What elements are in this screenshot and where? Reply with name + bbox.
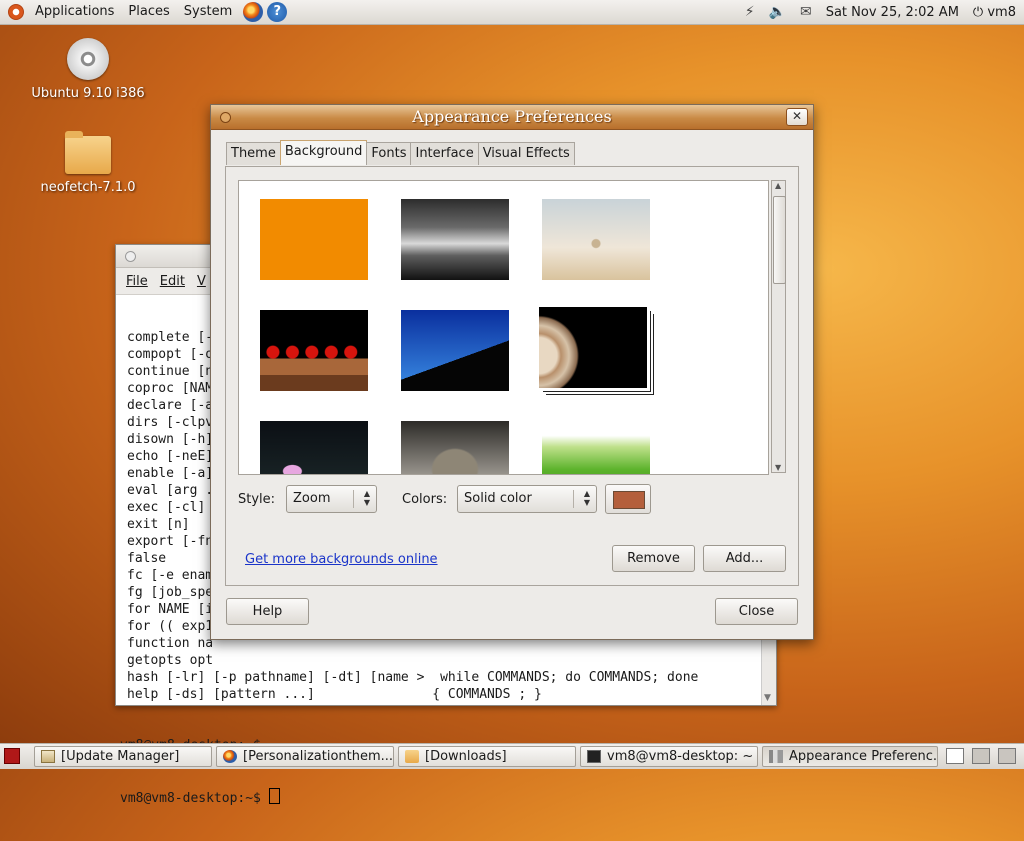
style-value: Zoom — [293, 491, 331, 506]
terminal-icon — [587, 750, 601, 763]
background-tab-panel: ▲ ▼ Style: Zoom ▲ ▼ Colors: Solid color ▲… — [225, 166, 799, 586]
help-button[interactable]: Help — [226, 598, 309, 625]
appearance-preferences-dialog[interactable]: Appearance Preferences ✕ Theme Backgroun… — [210, 104, 814, 640]
firefox-launcher-icon[interactable] — [243, 2, 264, 22]
tab-theme[interactable]: Theme — [226, 142, 281, 165]
taskbar-item-terminal[interactable]: vm8@vm8-desktop: ~ — [580, 746, 758, 767]
close-icon[interactable]: ✕ — [786, 108, 808, 126]
mail-icon[interactable]: ✉ — [800, 4, 812, 20]
terminal-prompt: vm8@vm8-desktop:~$ — [120, 791, 269, 806]
colors-label: Colors: — [402, 492, 448, 507]
appearance-icon — [769, 750, 783, 763]
tab-background[interactable]: Background — [279, 140, 368, 165]
color-picker-button[interactable] — [605, 484, 651, 514]
window-menu-icon[interactable] — [125, 251, 136, 262]
firefox-icon — [223, 750, 237, 763]
workspace-2[interactable] — [972, 748, 990, 764]
dialog-titlebar[interactable]: Appearance Preferences ✕ — [211, 105, 813, 130]
clock[interactable]: Sat Nov 25, 2:02 AM — [826, 5, 959, 20]
desktop-icon-label: neofetch-7.1.0 — [40, 180, 136, 195]
get-more-backgrounds-link[interactable]: Get more backgrounds online — [245, 552, 438, 567]
taskbar-item-label: Appearance Preferenc... — [789, 749, 938, 764]
cd-icon — [67, 38, 109, 80]
wallpaper-thumb-jupiter-selected[interactable] — [539, 307, 647, 388]
remove-button[interactable]: Remove — [612, 545, 695, 572]
dialog-title: Appearance Preferences — [412, 107, 612, 126]
user-session[interactable]: ⏻ vm8 — [973, 5, 1016, 20]
wallpaper-thumb-hands[interactable] — [401, 421, 509, 474]
terminal-prompt-line: vm8@vm8-desktop:~$ — [120, 788, 698, 807]
workspace-1[interactable] — [946, 748, 964, 764]
style-combo[interactable]: Zoom ▲ ▼ — [286, 485, 377, 513]
spin-arrows-icon: ▲ ▼ — [583, 489, 590, 507]
folder-icon — [405, 750, 419, 763]
colors-value: Solid color — [464, 491, 532, 506]
wallpaper-grid[interactable] — [238, 180, 769, 475]
user-name: vm8 — [987, 4, 1016, 20]
desktop-icon-neofetch[interactable]: neofetch-7.1.0 — [28, 131, 148, 195]
wallpaper-thumb-lotus[interactable] — [260, 421, 368, 474]
style-label: Style: — [238, 492, 276, 507]
bottom-panel: [Update Manager] [Personalizationthem...… — [0, 743, 1024, 769]
terminal-menu-view[interactable]: V — [191, 274, 212, 289]
tab-bar: Theme Background Fonts Interface Visual … — [226, 140, 575, 165]
spin-arrows-icon: ▲ ▼ — [363, 489, 370, 507]
color-swatch — [613, 491, 645, 509]
taskbar-item-label: [Update Manager] — [61, 749, 180, 764]
trash-icon[interactable] — [998, 748, 1016, 764]
wallpaper-scrollbar[interactable]: ▲ ▼ — [771, 180, 786, 473]
scroll-up-arrow-icon[interactable]: ▲ — [775, 181, 781, 190]
taskbar-item-firefox[interactable]: [Personalizationthem... — [216, 746, 394, 767]
panel-tray: ⚡ 🔈 ✉ Sat Nov 25, 2:02 AM ⏻ vm8 — [745, 4, 1024, 20]
system-menu[interactable]: System — [177, 0, 239, 24]
window-menu-icon[interactable] — [220, 112, 231, 123]
show-desktop-icon[interactable] — [4, 748, 20, 764]
power-icon: ⏻ — [972, 4, 984, 20]
desktop-icon-label: Ubuntu 9.10 i386 — [31, 86, 145, 101]
terminal-menu-edit[interactable]: Edit — [154, 274, 191, 289]
taskbar-item-appearance[interactable]: Appearance Preferenc... — [762, 746, 938, 767]
wallpaper-thumb-grass[interactable] — [542, 421, 650, 474]
terminal-menu-file[interactable]: File — [120, 274, 154, 289]
scroll-down-arrow-icon[interactable]: ▼ — [775, 463, 781, 472]
scroll-down-arrow-icon[interactable]: ▼ — [764, 693, 771, 703]
wallpaper-thumb-cherries[interactable] — [260, 310, 368, 391]
help-launcher-icon[interactable]: ? — [267, 2, 288, 22]
ubuntu-logo-icon[interactable] — [8, 4, 24, 20]
tab-fonts[interactable]: Fonts — [366, 142, 412, 165]
terminal-cursor — [268, 788, 280, 804]
update-manager-icon — [41, 750, 55, 763]
wallpaper-thumb-butterfly[interactable] — [542, 199, 650, 280]
wallpaper-thumb-climber[interactable] — [401, 310, 509, 391]
volume-icon[interactable]: 🔈 — [769, 4, 786, 20]
tab-interface[interactable]: Interface — [410, 142, 479, 165]
terminal-line: getopts opt — [127, 653, 214, 668]
applications-menu[interactable]: Applications — [28, 0, 121, 24]
tab-visual-effects[interactable]: Visual Effects — [477, 142, 575, 165]
scrollbar-thumb[interactable] — [773, 196, 786, 284]
taskbar-item-label: vm8@vm8-desktop: ~ — [607, 749, 754, 764]
taskbar-item-label: [Personalizationthem... — [243, 749, 394, 764]
terminal-line: hash [-lr] [-p pathname] [-dt] [name > w… — [127, 670, 699, 685]
taskbar-item-label: [Downloads] — [425, 749, 507, 764]
add-button[interactable]: Add... — [703, 545, 786, 572]
places-menu[interactable]: Places — [121, 0, 176, 24]
taskbar-item-update-manager[interactable]: [Update Manager] — [34, 746, 212, 767]
top-panel: Applications Places System ? ⚡ 🔈 ✉ Sat N… — [0, 0, 1024, 25]
network-icon[interactable]: ⚡ — [745, 4, 755, 20]
desktop-icon-ubuntu-cd[interactable]: Ubuntu 9.10 i386 — [28, 38, 148, 101]
close-button[interactable]: Close — [715, 598, 798, 625]
folder-icon — [65, 131, 111, 174]
taskbar-item-downloads[interactable]: [Downloads] — [398, 746, 576, 767]
terminal-line: help [-ds] [pattern ...] { COMMANDS ; } — [127, 687, 542, 702]
colors-combo[interactable]: Solid color ▲ ▼ — [457, 485, 597, 513]
wallpaper-thumb-orange[interactable] — [260, 199, 368, 280]
wallpaper-thumb-clouds[interactable] — [401, 199, 509, 280]
